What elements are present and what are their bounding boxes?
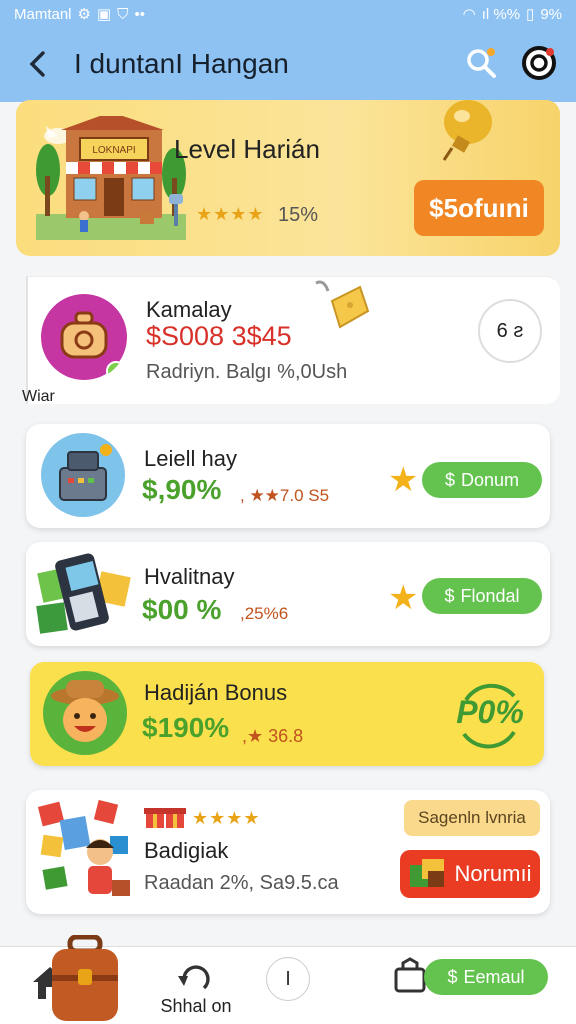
back-button[interactable] (20, 46, 56, 82)
card-red-button-label: Norumıi (454, 861, 532, 886)
list-item[interactable]: ★★★★ Badigiak Raadan 2%, Sa9.5.ca Sagenl… (26, 790, 550, 914)
chevron-left-icon (29, 51, 45, 77)
list-item[interactable]: Hvalitnay $00 % ,25%6 ★ $ Flondal (26, 542, 550, 646)
bonus-percent-badge: P0% (456, 694, 524, 730)
shield-icon: ⛉ (117, 5, 129, 23)
hero-banner: LOKNAPI Level Harián ★★★★ 15% $5ofuıni (16, 100, 560, 256)
list-item[interactable]: Leiell hay $,90% , ★★7.0 S5 ★ $ Donum (26, 424, 550, 528)
star-icon: ★ (388, 461, 419, 499)
cash-register-icon (41, 433, 125, 517)
card-title: Hvalitnay (144, 564, 235, 589)
side-label: Wiar (22, 388, 55, 405)
profile-button[interactable] (520, 44, 558, 82)
page-title: I duntanI Hangan (74, 48, 289, 79)
refresh-icon (178, 964, 210, 989)
list-item[interactable]: Kamalay $S008 3$45 Radriyn. Balgı %,0Ush… (26, 276, 560, 404)
gift-stack-icon (410, 859, 445, 887)
target-icon (522, 46, 556, 80)
card-subtitle: Radriyn. Balgı %,0Ush (146, 361, 348, 383)
smiley-hat-icon (43, 671, 127, 755)
signal-text: ıl %% (481, 5, 521, 23)
card-amount: $S008 3$45 (146, 321, 292, 351)
bonus-card[interactable]: Hadiján Bonus $190% ,★ 36.8 P0% (30, 662, 544, 766)
carrier-text: Mamtanl (14, 5, 72, 23)
card-green-button[interactable]: $ Donum (422, 462, 542, 498)
card-title: Kamalay (146, 297, 232, 322)
bottom-nav: Shhal on I $ Eemaul (0, 935, 576, 1024)
card-title: Leiell hay (144, 446, 237, 471)
dollar-icon: $ (444, 585, 455, 606)
gift-boy-icon (37, 799, 130, 896)
app-bar: I duntanI Hangan (0, 36, 576, 92)
card-title: Hadiján Bonus (144, 680, 288, 705)
hero-title: Level Harián (174, 134, 320, 164)
nav-center-button[interactable]: I (266, 957, 310, 1001)
cheese-icon (315, 280, 370, 329)
hero-percent: 15% (278, 204, 319, 226)
phone-blocks-icon (36, 553, 131, 634)
lightbulb-icon (442, 100, 492, 161)
shop-illustration: LOKNAPI (36, 116, 186, 240)
message-icon: ▣ (96, 6, 112, 23)
wifi-icon: ◠ (462, 6, 476, 23)
settings-icon: ⚙ (77, 6, 91, 23)
nav-share-label: Shhal on (160, 995, 232, 1016)
nav-earn-label: Eemaul (463, 966, 525, 987)
street-lamp-icon (169, 194, 183, 226)
status-bar: Mamtanl ⚙ ▣ ⛉ •• ◠ ıl %% ▯ 9% (14, 4, 562, 24)
battery-icon: ▯ (526, 6, 535, 23)
top-bar: Mamtanl ⚙ ▣ ⛉ •• ◠ ıl %% ▯ 9% I duntanI … (0, 0, 576, 102)
nav-share[interactable]: Shhal on (146, 957, 246, 1021)
card-red-button[interactable]: Norumıi (400, 850, 540, 898)
card-amount: $00 % (142, 594, 222, 625)
card-extra: ,25%6 (240, 604, 289, 623)
nav-bag[interactable] (392, 957, 428, 993)
card-amount: $190% (142, 712, 230, 743)
more-dots-icon: •• (134, 5, 145, 23)
battery-text: 9% (540, 5, 562, 23)
dollar-icon: $ (447, 966, 458, 987)
card-amount: $,90% (142, 474, 222, 505)
card-green-button-label: Donum (460, 469, 520, 490)
card-subtitle: Raadan 2%, Sa9.5.ca (144, 872, 339, 894)
piggy-bank-icon (41, 294, 127, 381)
search-button[interactable] (462, 44, 500, 82)
nav-earn-button[interactable]: $ Eemaul (424, 959, 548, 995)
suitcase-icon (52, 935, 118, 1021)
card-green-button-label: Flondal (460, 585, 520, 606)
card-title: Badigiak (144, 838, 229, 863)
gift-box-icon (144, 808, 186, 828)
search-icon (467, 48, 496, 78)
card-action-button[interactable]: 6 ƨ (478, 299, 542, 363)
shopping-bag-icon (394, 957, 426, 993)
hero-rating-stars: ★★★★ (196, 204, 265, 224)
card-rating-stars: ★★★★ (192, 808, 261, 828)
card-extra: ,★ 36.8 (242, 726, 304, 746)
card-tag: Sagenln lvnria (404, 800, 540, 836)
dollar-icon: $ (444, 469, 455, 490)
shop-sign-text: LOKNAPI (92, 145, 135, 156)
star-icon: ★ (388, 579, 419, 617)
card-extra: , ★★7.0 S5 (240, 486, 330, 505)
hero-action-button[interactable]: $5ofuıni (414, 180, 544, 236)
card-green-button[interactable]: $ Flondal (422, 578, 542, 614)
